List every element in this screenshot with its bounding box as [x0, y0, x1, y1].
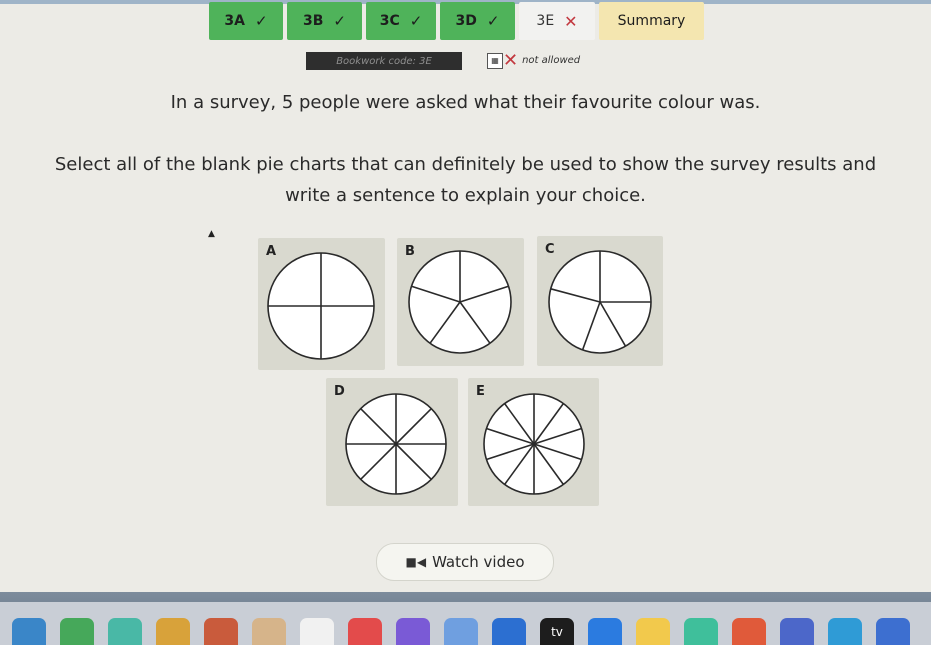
cross-icon: ✕	[503, 50, 519, 71]
question-line-1: In a survey, 5 people were asked what th…	[170, 92, 761, 113]
checkmark-icon: ✓	[255, 12, 268, 30]
finder-icon[interactable]	[12, 618, 46, 645]
messages-icon[interactable]	[60, 618, 94, 645]
tab-3e[interactable]: 3E ✕	[519, 2, 595, 40]
checkmark-icon: ✓	[333, 12, 346, 30]
reminders-icon[interactable]	[300, 618, 334, 645]
pie-chart-card-e[interactable]: E	[468, 378, 599, 506]
appletv-icon[interactable]	[492, 618, 526, 645]
tab-bar: 3A ✓ 3B ✓ 3C ✓ 3D ✓ 3E ✕ Summary	[0, 0, 931, 40]
pie-chart-card-d[interactable]: D	[326, 378, 458, 506]
appstore-icon[interactable]	[684, 618, 718, 645]
tab-label: 3A	[224, 13, 245, 29]
zoom-icon[interactable]	[780, 618, 814, 645]
question-line-2: Select all of the blank pie charts that …	[54, 154, 877, 206]
calculator-status: ▦ ✕ not allowed	[487, 50, 580, 71]
checkmark-icon: ✓	[486, 12, 500, 30]
watch-video-label: Watch video	[432, 553, 525, 571]
tab-3b[interactable]: 3B ✓	[287, 2, 362, 40]
tab-3d[interactable]: 3D ✓	[440, 2, 515, 40]
pie-chart-d	[345, 393, 447, 495]
watch-video-button[interactable]: ■◀ Watch video	[376, 543, 554, 581]
podcasts-icon[interactable]	[396, 618, 430, 645]
music-icon[interactable]	[348, 618, 382, 645]
tab-label: 3E	[536, 13, 555, 29]
cross-icon: ✕	[564, 11, 578, 31]
outlook-icon[interactable]	[828, 618, 862, 645]
pie-chart-card-a[interactable]: A	[258, 238, 385, 370]
pie-chart-card-c[interactable]: C	[537, 236, 663, 366]
teams-icon[interactable]	[732, 618, 766, 645]
pie-chart-e	[483, 393, 585, 495]
pie-chart-card-b[interactable]: B	[397, 238, 524, 366]
mouse-cursor-icon: ▲	[208, 229, 215, 239]
contacts-icon[interactable]	[252, 618, 286, 645]
calculator-label: not allowed	[522, 55, 581, 66]
word-icon[interactable]	[588, 618, 622, 645]
tab-label: 3B	[303, 13, 324, 29]
safari-icon[interactable]: tv	[540, 618, 574, 645]
tab-summary[interactable]: Summary	[599, 2, 704, 40]
tab-3a[interactable]: 3A ✓	[209, 2, 283, 40]
photos-icon[interactable]	[204, 618, 238, 645]
pie-chart-b	[408, 250, 512, 354]
pie-chart-c	[548, 250, 652, 354]
tab-3c[interactable]: 3C ✓	[366, 2, 436, 40]
tab-label: Summary	[617, 13, 686, 29]
pie-chart-a	[267, 252, 375, 360]
facetime-icon[interactable]	[108, 618, 142, 645]
maps-icon[interactable]	[156, 618, 190, 645]
video-camera-icon: ■◀	[405, 555, 427, 569]
calculator-icon: ▦	[487, 52, 503, 69]
tab-label: 3D	[455, 13, 477, 29]
pages-icon[interactable]	[636, 618, 670, 645]
tab-label: 3C	[379, 13, 400, 29]
checkmark-icon: ✓	[409, 12, 423, 30]
bookwork-code: Bookwork code: 3E	[306, 52, 462, 70]
keynote-icon[interactable]	[444, 618, 478, 645]
settings-icon[interactable]	[876, 618, 910, 645]
